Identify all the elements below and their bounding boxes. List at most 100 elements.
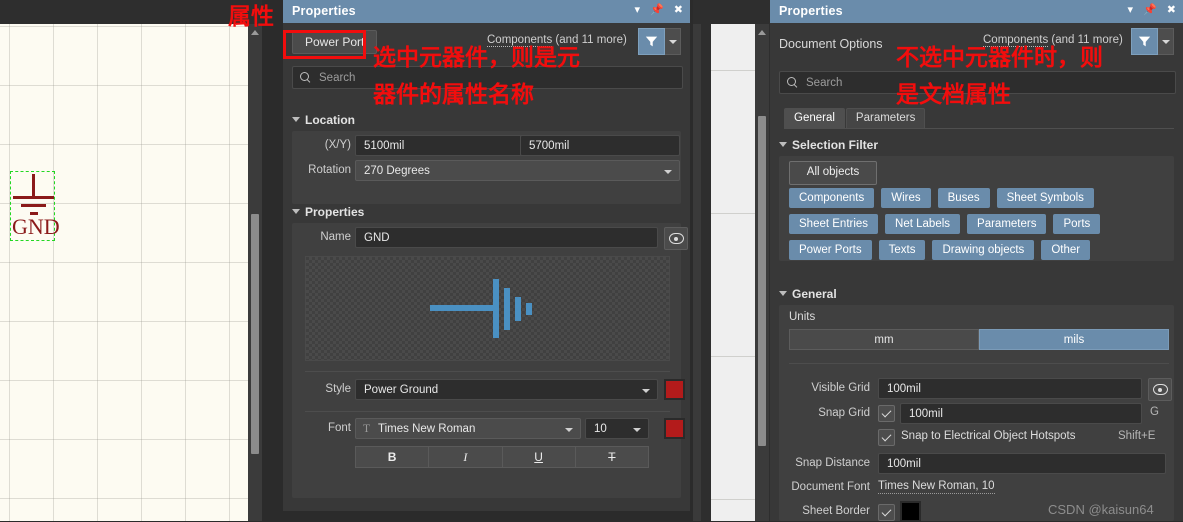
filter-dropdown-button[interactable] [665,28,681,55]
chip-parameters[interactable]: Parameters [967,214,1047,234]
document-options-label: Document Options [779,37,883,51]
chip-texts[interactable]: Texts [878,240,926,260]
annotation-right-line2: 是文档属性 [896,82,1011,108]
snap-hotspots-checkbox[interactable] [878,429,895,446]
general-section-title: General [792,287,837,301]
chip-net-labels[interactable]: Net Labels [885,214,961,234]
canvas2-sheet[interactable] [711,24,755,521]
properties-section-header[interactable]: Properties [292,205,364,219]
strikethrough-button[interactable]: T [575,446,649,468]
chip-buses[interactable]: Buses [937,188,990,208]
snap-grid-input[interactable]: 100mil [900,403,1142,424]
font-family-value: Times New Roman [378,423,476,435]
schematic-canvas[interactable]: GND [0,0,262,521]
chevron-down-icon[interactable]: ▾ [1128,3,1134,17]
font-glyph-icon: T [363,423,371,435]
close-icon[interactable]: ✖ [1167,3,1176,17]
units-toggle[interactable]: mm mils [789,329,1169,350]
chip-all-objects[interactable]: All objects [789,161,877,185]
scrollbar-thumb[interactable] [758,116,766,446]
snap-hotspots-label: Snap to Electrical Object Hotspots [901,430,1076,442]
rotation-select[interactable]: 270 Degrees [355,160,680,181]
sheet-border-color-swatch[interactable] [900,501,921,522]
style-color-swatch[interactable] [664,379,685,400]
filter-dropdown-button[interactable] [1158,28,1174,55]
general-section-header[interactable]: General [779,287,837,301]
right-panel-title: Properties [779,4,843,18]
chip-components[interactable]: Components [789,188,875,208]
check-icon [881,407,892,418]
collapse-triangle-icon [779,291,787,296]
filter-button-group[interactable] [638,28,681,55]
canvas2-left-edge [693,0,701,521]
preview-lead [430,305,496,311]
selection-filter-title: Selection Filter [792,138,879,152]
style-select[interactable]: Power Ground [355,379,658,400]
visible-grid-visibility-toggle[interactable] [1148,378,1172,401]
visible-grid-input[interactable]: 100mil [878,378,1142,399]
chip-sheet-entries[interactable]: Sheet Entries [789,214,879,234]
chip-power-ports[interactable]: Power Ports [789,240,872,260]
font-format-buttons[interactable]: B I U T [355,446,649,468]
schematic-sheet[interactable]: GND [0,24,262,521]
chip-other[interactable]: Other [1041,240,1091,260]
filter-button-group[interactable] [1131,28,1174,55]
scroll-up-arrow-icon[interactable] [758,30,766,35]
style-value: Power Ground [364,384,439,396]
properties-section-title: Properties [305,205,365,219]
italic-button[interactable]: I [429,446,503,468]
snap-distance-input[interactable]: 100mil [878,453,1166,474]
scrollbar-thumb[interactable] [251,214,259,454]
snap-grid-checkbox[interactable] [878,405,895,422]
rotation-label: Rotation [308,164,351,176]
sheet-border-checkbox[interactable] [878,504,895,521]
location-y-input[interactable]: 5700mil [520,135,680,156]
selection-filter-header[interactable]: Selection Filter [779,138,878,152]
pin-icon[interactable]: 📌 [650,3,664,17]
annotation-left-line2: 器件的属性名称 [373,82,534,108]
chip-sheet-symbols[interactable]: Sheet Symbols [996,188,1094,208]
font-family-select[interactable]: T Times New Roman [355,418,581,439]
name-visibility-toggle[interactable] [664,227,688,250]
bold-button[interactable]: B [355,446,430,468]
location-section-header[interactable]: Location [292,113,355,127]
chip-ports[interactable]: Ports [1053,214,1101,234]
tab-general[interactable]: General [784,108,845,128]
chevron-down-icon [565,428,573,432]
chip-wires[interactable]: Wires [881,188,931,208]
right-panel-tabs[interactable]: General Parameters [784,108,1174,129]
collapse-triangle-icon [292,209,300,214]
canvas-top-bar [0,0,262,24]
unit-mils-button[interactable]: mils [979,329,1169,350]
chevron-down-icon [1161,39,1170,44]
preview-bar-2 [504,288,510,330]
document-font-value[interactable]: Times New Roman, 10 [878,480,995,494]
snap-grid-label: Snap Grid [818,407,870,419]
second-schematic-canvas[interactable] [693,0,773,521]
tab-parameters[interactable]: Parameters [845,108,926,128]
underline-button[interactable]: U [502,446,576,468]
rotation-value: 270 Degrees [364,165,430,177]
close-icon[interactable]: ✖ [674,3,683,17]
filter-icon-button[interactable] [1131,28,1158,55]
location-section-title: Location [305,113,355,127]
filter-icon-button[interactable] [638,28,665,55]
chevron-down-icon [633,428,641,432]
chevron-down-icon[interactable]: ▾ [635,3,641,17]
chevron-down-icon [668,39,677,44]
pin-icon[interactable]: 📌 [1143,3,1157,17]
preview-bar-4 [526,303,532,315]
font-size-select[interactable]: 10 [585,418,649,439]
watermark-text: CSDN @kaisun64 [1048,502,1154,517]
font-color-swatch[interactable] [664,418,685,439]
gnd-power-port-symbol[interactable]: GND [10,171,60,241]
canvas2-vertical-scrollbar[interactable] [755,24,769,521]
visible-grid-label: Visible Grid [811,382,870,394]
unit-mm-button[interactable]: mm [789,329,979,350]
check-icon [881,431,892,442]
annotation-box-object-kind [283,30,366,59]
location-x-input[interactable]: 5100mil [355,135,533,156]
chip-drawing-objects[interactable]: Drawing objects [932,240,1035,260]
canvas-vertical-scrollbar[interactable] [248,24,262,521]
name-input[interactable]: GND [355,227,658,248]
